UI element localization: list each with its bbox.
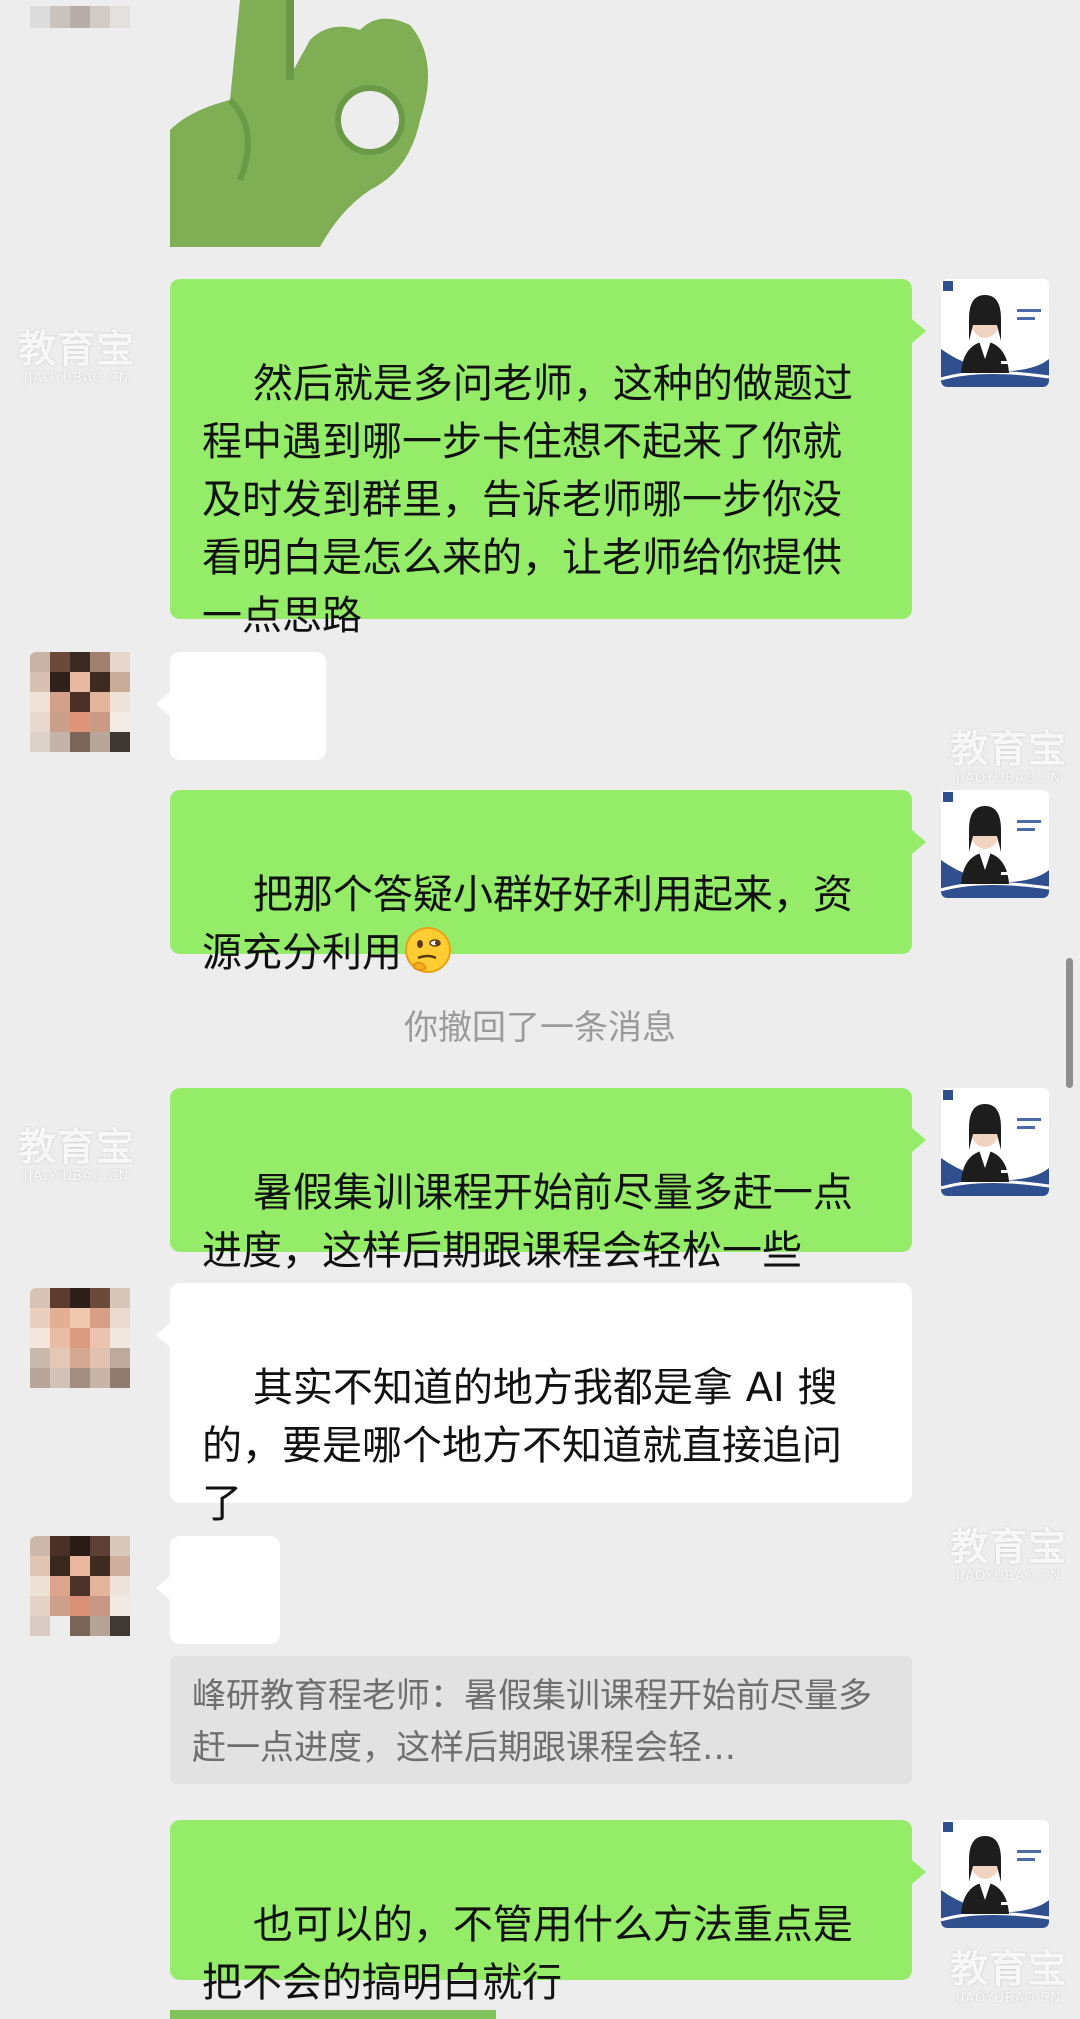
thinking-face-emoji <box>405 927 451 973</box>
message-text: 然后就是多问老师，这种的做题过程中遇到哪一步卡住想不起来了你就及时发到群里，告诉… <box>202 361 853 639</box>
avatar-fragment <box>30 6 130 28</box>
watermark: 教育宝 JIAOYUBAO.CN <box>950 1525 1068 1584</box>
ok-hand-sticker[interactable] <box>170 0 450 247</box>
watermark: 教育宝 JIAOYUBAO.CN <box>950 727 1068 786</box>
quoted-text: 峰研教育程老师：暑假集训课程开始前尽量多赶一点进度，这样后期跟课程会轻… <box>192 1676 872 1768</box>
student-avatar[interactable] <box>30 652 138 760</box>
message-text: 也可以的，不管用什么方法重点是把不会的搞明白就行 <box>202 1902 853 2006</box>
message-bubble-student[interactable]: 好的 <box>156 652 326 838</box>
teacher-avatar[interactable] <box>941 790 1049 898</box>
message-bubble-teacher[interactable]: 然后就是多问老师，这种的做题过程中遇到哪一步卡住想不起来了你就及时发到群里，告诉… <box>170 279 926 639</box>
watermark: 教育宝 JIAOYUBAO.CN <box>950 1947 1068 2006</box>
quoted-message[interactable]: 峰研教育程老师：暑假集训课程开始前尽量多赶一点进度，这样后期跟课程会轻… <box>170 1656 912 1784</box>
message-text: 暑假集训课程开始前尽量多赶一点进度，这样后期跟课程会轻松一些 <box>202 1170 853 1274</box>
recalled-notice: 你撤回了一条消息 <box>404 1008 676 1048</box>
message-text: 其实不知道的地方我都是拿 AI 搜的，要是哪个地方不知道就直接追问了 <box>202 1365 842 1527</box>
scrollbar[interactable] <box>1066 958 1073 1088</box>
teacher-avatar[interactable] <box>941 1088 1049 1196</box>
watermark: 教育宝 JIAOYUBAO.CN <box>18 327 136 386</box>
teacher-avatar[interactable] <box>941 279 1049 387</box>
student-avatar[interactable] <box>30 1288 138 1396</box>
chat-screen: 然后就是多问老师，这种的做题过程中遇到哪一步卡住想不起来了你就及时发到群里，告诉… <box>0 0 1080 2019</box>
watermark: 教育宝 JIAOYUBAO.CN <box>18 1125 136 1184</box>
message-bubble-teacher[interactable]: 也可以的，不管用什么方法重点是把不会的搞明白就行 <box>170 1820 926 2006</box>
message-bubble-teacher[interactable]: 把那个答疑小群好好利用起来，资源充分利用 <box>170 790 926 976</box>
partial-message-bubble[interactable] <box>170 2010 496 2019</box>
teacher-avatar[interactable] <box>941 1820 1049 1928</box>
student-avatar[interactable] <box>30 1536 138 1644</box>
message-bubble-student[interactable]: 其实不知道的地方我都是拿 AI 搜的，要是哪个地方不知道就直接追问了 <box>156 1283 912 1527</box>
message-bubble-student[interactable]: 好 <box>156 1536 280 1722</box>
message-bubble-teacher[interactable]: 暑假集训课程开始前尽量多赶一点进度，这样后期跟课程会轻松一些 <box>170 1088 926 1274</box>
message-text: 把那个答疑小群好好利用起来，资源充分利用 <box>202 872 853 976</box>
